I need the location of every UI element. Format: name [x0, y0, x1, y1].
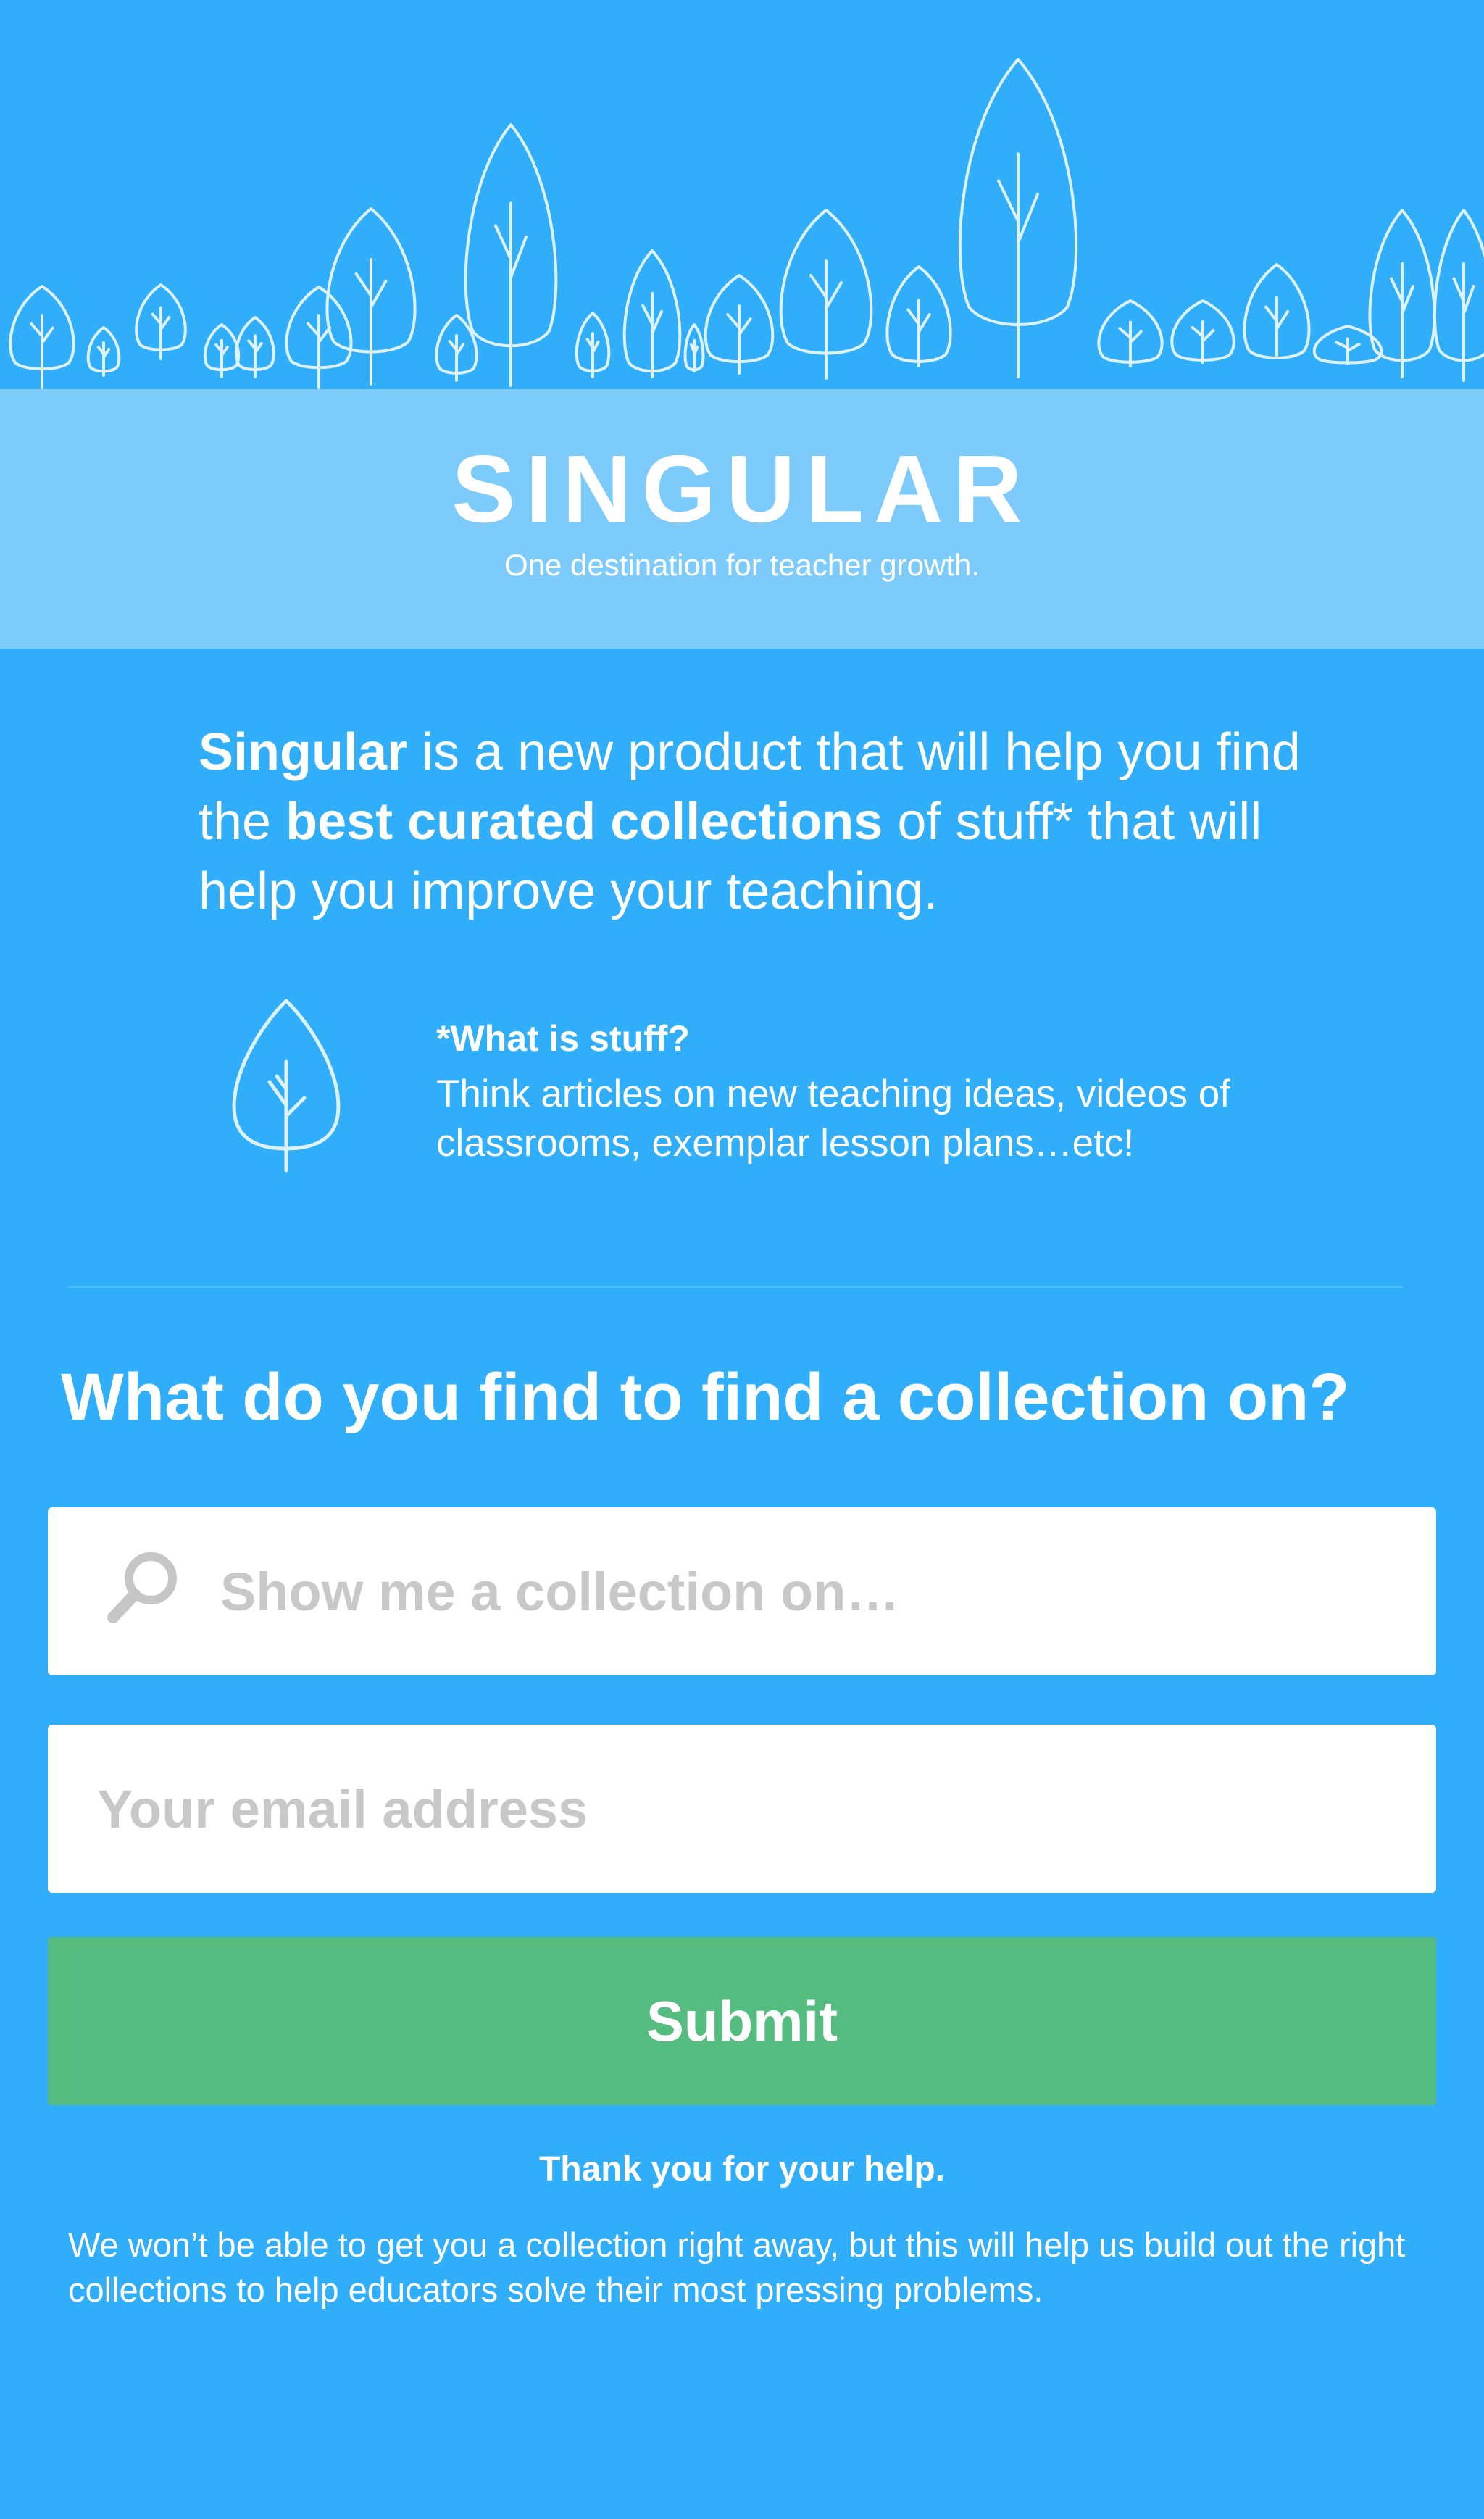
collection-search-input[interactable]: [48, 1507, 1436, 1675]
tree-trunk: [1335, 337, 1361, 365]
footer-note: We won’t be able to get you a collection…: [68, 2226, 1406, 2309]
email-field[interactable]: [48, 1725, 1436, 1893]
brand-logo-title: SINGULAR: [451, 436, 1033, 542]
tree-trunk: [307, 314, 331, 389]
tree-icon: [232, 999, 341, 1173]
intro-paragraph: Singular is a new product that will help…: [199, 717, 1329, 926]
forest-header-illustration: [0, 0, 1484, 389]
note-body: Think articles on new teaching ideas, vi…: [436, 1073, 1230, 1165]
intro-highlight: best curated collections: [285, 793, 883, 851]
tree-trunk: [689, 338, 699, 372]
thank-you-message: Thank you for your help.: [538, 2150, 946, 2189]
brand-banner: SINGULAR One destination for teacher gro…: [0, 389, 1484, 649]
tree-trunk: [151, 306, 171, 360]
tree-crown: [1433, 209, 1484, 362]
tree-trunk: [1118, 320, 1143, 367]
brand-tagline: One destination for teacher growth.: [504, 548, 980, 582]
tree-trunk: [30, 314, 54, 389]
submit-button[interactable]: Submit: [48, 1937, 1436, 2105]
section-divider: [68, 1286, 1403, 1288]
tree-trunk: [1191, 320, 1215, 364]
tree-trunk: [641, 291, 663, 378]
tree-trunk: [997, 152, 1039, 378]
tree-trunk: [726, 304, 752, 375]
tree-trunk: [1452, 262, 1475, 382]
landing-page: SINGULAR One destination for teacher gro…: [0, 0, 1484, 2519]
note-title: *What is stuff?: [436, 1018, 690, 1059]
tree-trunk: [1264, 296, 1289, 357]
intro-brand-name: Singular: [199, 723, 408, 781]
tree-trunk: [809, 259, 843, 380]
tree-trunk: [214, 338, 229, 378]
tree-trunk: [494, 201, 528, 387]
forest-trees-icon: [9, 58, 1484, 389]
tree-trunk: [906, 299, 931, 367]
form-question-heading: What do you find to find a collection on…: [61, 1360, 1350, 1434]
tree-trunk: [354, 258, 388, 386]
search-icon: [107, 1552, 177, 1623]
